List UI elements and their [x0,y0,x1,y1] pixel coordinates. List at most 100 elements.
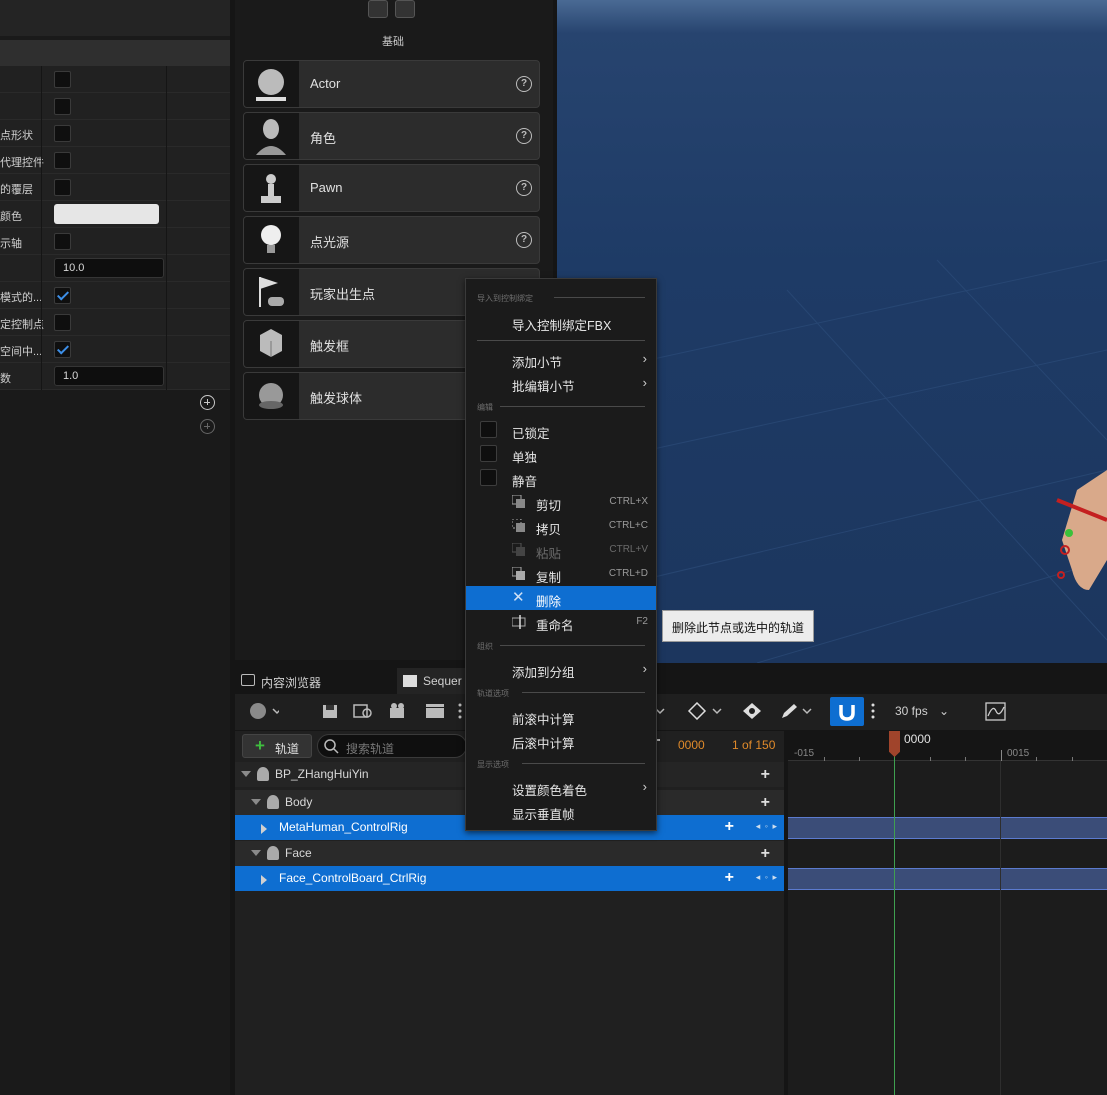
menu-item-batch-edit[interactable]: 批编辑小节 › [466,371,656,395]
toolbar-more-icon[interactable] [457,702,463,720]
add-track-label: 轨道 [275,742,300,756]
menu-item-post-roll[interactable]: 后滚中计算 [466,728,656,752]
edit-pencil-icon[interactable] [779,702,815,720]
add-icon[interactable]: + [725,818,734,836]
time-ruler[interactable]: -015 0015 [788,731,1107,761]
add-icon[interactable]: + [761,766,770,784]
key-icon[interactable] [687,701,723,721]
key-navigation-icon[interactable]: ◂ ◦ ▸ [756,821,778,832]
help-icon[interactable]: ? [516,180,532,196]
menu-item-import-fbx[interactable]: 导入控制绑定FBX [466,310,656,334]
track-row[interactable]: Face + [235,841,784,866]
section-bar[interactable] [788,817,1107,839]
auto-key-icon[interactable] [741,702,763,720]
actor-item[interactable]: Actor? [243,60,540,108]
menu-item-add-section[interactable]: 添加小节 › [466,347,656,371]
fps-selector[interactable]: 30 fps ⌄ [895,704,949,718]
menu-item-rename[interactable]: 重命名 F2 [466,610,656,634]
curve-editor-icon[interactable] [985,702,1007,721]
sequencer-timeline[interactable]: -015 0015 0000 [788,731,1107,1095]
snap-toggle-button[interactable] [830,697,864,726]
menu-item-duplicate[interactable]: 复制 CTRL+D [466,562,656,586]
add-icon[interactable]: + [761,845,770,863]
details-category-header[interactable] [0,40,230,66]
add-icon[interactable]: + [761,794,770,812]
property-row: 颜色 [0,201,230,228]
chevron-right-icon: › [642,375,647,390]
menu-item-show-vertical-frames[interactable]: 显示垂直帧 [466,799,656,823]
checkbox[interactable] [480,445,497,462]
property-checkbox[interactable] [54,341,71,358]
tooltip: 删除此节点或选中的轨道 [662,610,814,642]
playhead-handle[interactable] [889,731,900,757]
color-swatch[interactable] [54,204,159,224]
property-checkbox[interactable] [54,98,71,115]
property-checkbox[interactable] [54,152,71,169]
expand-arrow-icon[interactable] [251,850,261,856]
expand-arrow-icon[interactable] [251,799,261,805]
number-field[interactable]: 10.0 [54,258,164,278]
find-asset-icon[interactable] [353,702,373,720]
menu-item-copy[interactable]: 拷贝 CTRL+C [466,514,656,538]
add-icon[interactable]: + [725,869,734,887]
current-frame[interactable]: 0000 [678,738,705,752]
key-navigation-icon[interactable]: ◂ ◦ ▸ [756,872,778,883]
menu-item-pre-roll[interactable]: 前滚中计算 [466,704,656,728]
help-icon[interactable]: ? [516,128,532,144]
skeleton-icon [267,846,279,860]
help-icon[interactable]: ? [516,76,532,92]
cut-icon [512,495,525,508]
add-track-button[interactable]: + 轨道 [242,734,312,758]
menu-item-set-color[interactable]: 设置颜色着色 › [466,775,656,799]
save-icon[interactable] [321,702,341,720]
menu-item-locked[interactable]: 已锁定 [466,418,656,442]
property-row: 的覆层 [0,174,230,201]
lights-category-icon[interactable] [395,0,415,18]
paste-icon [512,543,525,556]
camera-icon[interactable] [389,702,409,720]
expand-arrow-icon[interactable] [261,875,267,885]
expand-arrow-icon[interactable] [261,824,267,834]
menu-item-cut[interactable]: 剪切 CTRL+X [466,490,656,514]
number-field[interactable]: 1.0 [54,366,164,386]
tab-content-browser[interactable]: 内容浏览器 [235,668,395,694]
ruler-label: -015 [794,748,815,759]
property-checkbox[interactable] [54,233,71,250]
world-icon[interactable] [249,702,282,720]
menu-item-delete[interactable]: ✕ 删除 [466,586,656,610]
track-label: BP_ZHangHuiYin [275,767,369,781]
property-row: 空间中... [0,336,230,363]
details-panel: 点形状 代理控件 的覆层 颜色 示轴 10.0 模式的... 定控制点 空间中... 数 1.0 [0,0,230,1095]
checkbox[interactable] [480,421,497,438]
section-bar[interactable] [788,868,1107,890]
details-property-list: 点形状 代理控件 的覆层 颜色 示轴 10.0 模式的... 定控制点 空间中... 数 1.0 [0,66,230,390]
property-checkbox[interactable] [54,125,71,142]
property-checkbox[interactable] [54,314,71,331]
skeleton-icon [267,795,279,809]
track-label: Face [285,846,312,860]
menu-item-solo[interactable]: 单独 [466,442,656,466]
track-row[interactable]: Face_ControlBoard_CtrlRig + ◂ ◦ ▸ [235,866,784,891]
property-checkbox[interactable] [54,179,71,196]
basic-category-icon[interactable] [368,0,388,18]
actor-item[interactable]: 点光源? [243,216,540,264]
property-checkbox[interactable] [54,287,71,304]
property-row: 10.0 [0,255,230,282]
fps-label: 30 fps [895,704,928,718]
menu-item-add-to-group[interactable]: 添加到分组 › [466,657,656,681]
actor-item-label: 触发框 [310,339,350,354]
checkbox[interactable] [480,469,497,486]
menu-item-mute[interactable]: 静音 [466,466,656,490]
duplicate-icon [512,567,525,580]
render-movie-icon[interactable] [425,702,445,720]
property-checkbox[interactable] [54,71,71,88]
actor-item-label: 角色 [310,131,337,146]
add-element-icon[interactable] [200,395,215,410]
help-icon[interactable]: ? [516,232,532,248]
actor-item[interactable]: Pawn? [243,164,540,212]
expand-arrow-icon[interactable] [241,771,251,777]
snap-options-icon[interactable] [870,702,876,720]
actor-item[interactable]: 角色? [243,112,540,160]
track-search-input[interactable]: 搜索轨道 [317,734,467,758]
tab-sequencer[interactable]: Sequer [397,668,467,694]
